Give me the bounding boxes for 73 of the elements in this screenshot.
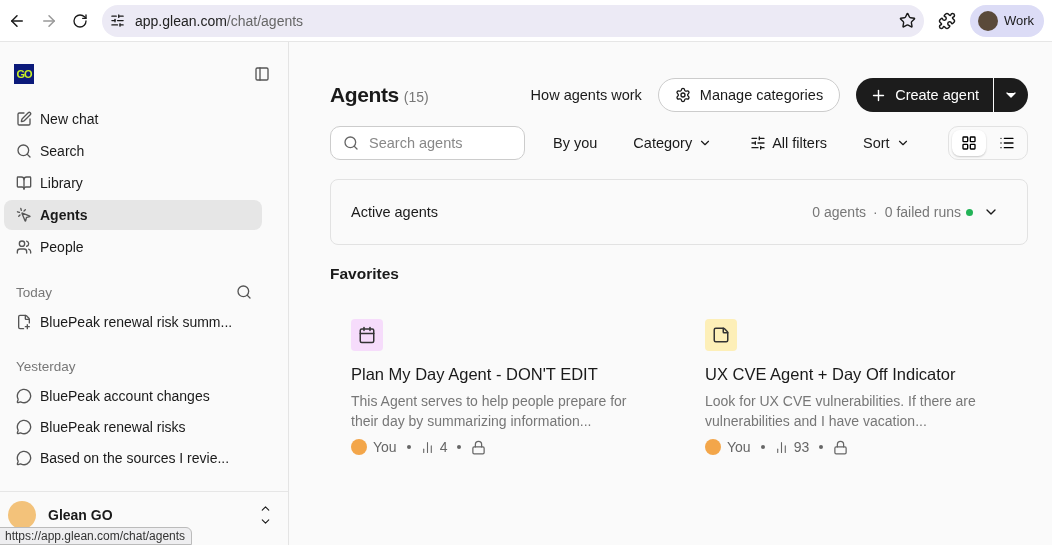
agent-description: Look for UX CVE vulnerabilities. If there are vulnerabilities and I have vacation... bbox=[705, 392, 977, 431]
search-icon[interactable] bbox=[236, 284, 252, 300]
reload-icon[interactable] bbox=[72, 12, 88, 29]
book-icon bbox=[16, 175, 32, 191]
agent-count: (15) bbox=[403, 89, 429, 105]
run-count: 4 bbox=[439, 439, 448, 455]
bookmark-star-icon[interactable] bbox=[898, 12, 916, 29]
url-host: app.glean.com bbox=[135, 12, 227, 29]
cursor-click-icon bbox=[16, 207, 32, 223]
nav-item[interactable]: New chat bbox=[4, 104, 262, 134]
status-url: https://app.glean.com/chat/agents bbox=[0, 527, 193, 545]
nav-item[interactable]: People bbox=[4, 232, 262, 262]
lock-icon bbox=[833, 439, 849, 455]
profile-button[interactable]: Work bbox=[969, 4, 1044, 37]
failed-runs: 0 failed runs bbox=[884, 204, 961, 220]
category-dropdown[interactable]: Category bbox=[633, 131, 713, 155]
people-icon bbox=[16, 239, 32, 255]
all-filters-button[interactable]: All filters bbox=[750, 131, 827, 155]
run-count: 93 bbox=[793, 439, 810, 455]
agent-description: This Agent serves to help people prepare for their day by summarizing information... bbox=[351, 392, 628, 431]
gear-icon bbox=[674, 87, 691, 103]
owner-name: You bbox=[373, 439, 397, 455]
grid-view-button[interactable] bbox=[952, 130, 986, 156]
nav-item[interactable]: Agents bbox=[4, 200, 262, 230]
avatar-icon bbox=[977, 10, 998, 31]
sidebar-toggle-icon[interactable] bbox=[254, 66, 270, 82]
chat-item[interactable]: BluePeak account changes bbox=[4, 380, 284, 411]
section-title: Today bbox=[16, 284, 53, 300]
logo: GO bbox=[14, 64, 34, 84]
user-avatar bbox=[8, 500, 36, 529]
extensions-icon[interactable] bbox=[937, 11, 956, 30]
active-agents-label: Active agents bbox=[351, 204, 440, 220]
user-name: Glean GO bbox=[48, 506, 114, 523]
address-bar[interactable]: app.glean.com/chat/agents bbox=[102, 4, 924, 37]
dropdown-button[interactable] bbox=[994, 78, 1028, 112]
create-agent-button[interactable]: Create agent bbox=[856, 78, 993, 112]
chat-bubble-icon bbox=[16, 418, 32, 435]
list-icon bbox=[999, 135, 1015, 151]
agent-title[interactable]: UX CVE Agent + Day Off Indicator bbox=[705, 365, 997, 384]
chat-item[interactable]: BluePeak renewal risk summ... bbox=[4, 306, 284, 337]
search-icon bbox=[343, 135, 359, 151]
chat-item[interactable]: Based on the sources I revie... bbox=[4, 442, 284, 473]
search-icon bbox=[16, 143, 32, 159]
nav-item[interactable]: Library bbox=[4, 168, 262, 198]
chat-bubble-icon bbox=[16, 387, 32, 404]
separator: · bbox=[873, 204, 878, 220]
pencil-icon bbox=[16, 111, 32, 127]
document-icon bbox=[16, 313, 32, 330]
chat-bubble-icon bbox=[16, 449, 32, 466]
manage-categories-button[interactable]: Manage categories bbox=[657, 78, 841, 112]
chart-icon bbox=[420, 440, 434, 454]
page-title: Agents bbox=[330, 83, 399, 107]
search-field[interactable]: Search agents bbox=[367, 134, 507, 152]
sort-dropdown[interactable]: Sort bbox=[863, 131, 910, 155]
section-title: Yesterday bbox=[16, 359, 76, 374]
agents-count: 0 agents bbox=[812, 204, 867, 220]
url-path: /chat/agents bbox=[226, 12, 304, 29]
grid-icon bbox=[961, 135, 977, 151]
site-settings-icon[interactable] bbox=[110, 13, 125, 28]
owner-name: You bbox=[727, 439, 751, 455]
sliders-icon bbox=[750, 135, 767, 151]
search-bar[interactable]: Search agents bbox=[330, 126, 525, 160]
person-icon bbox=[705, 439, 721, 455]
by-you-filter[interactable]: By you bbox=[553, 131, 598, 155]
section-title: Favorites bbox=[330, 265, 400, 283]
chat-item[interactable]: BluePeak renewal risks bbox=[4, 411, 284, 442]
nav-item[interactable]: Search bbox=[4, 136, 262, 166]
lock-icon bbox=[471, 439, 487, 455]
how-agents-work-link[interactable]: How agents work bbox=[530, 87, 642, 103]
chart-icon bbox=[774, 440, 788, 454]
active-agents-panel[interactable]: Active agents 0 agents · 0 failed runs bbox=[330, 179, 1028, 245]
person-icon bbox=[351, 439, 367, 455]
agent-title[interactable]: Plan My Day Agent - DON'T EDIT bbox=[351, 365, 643, 384]
